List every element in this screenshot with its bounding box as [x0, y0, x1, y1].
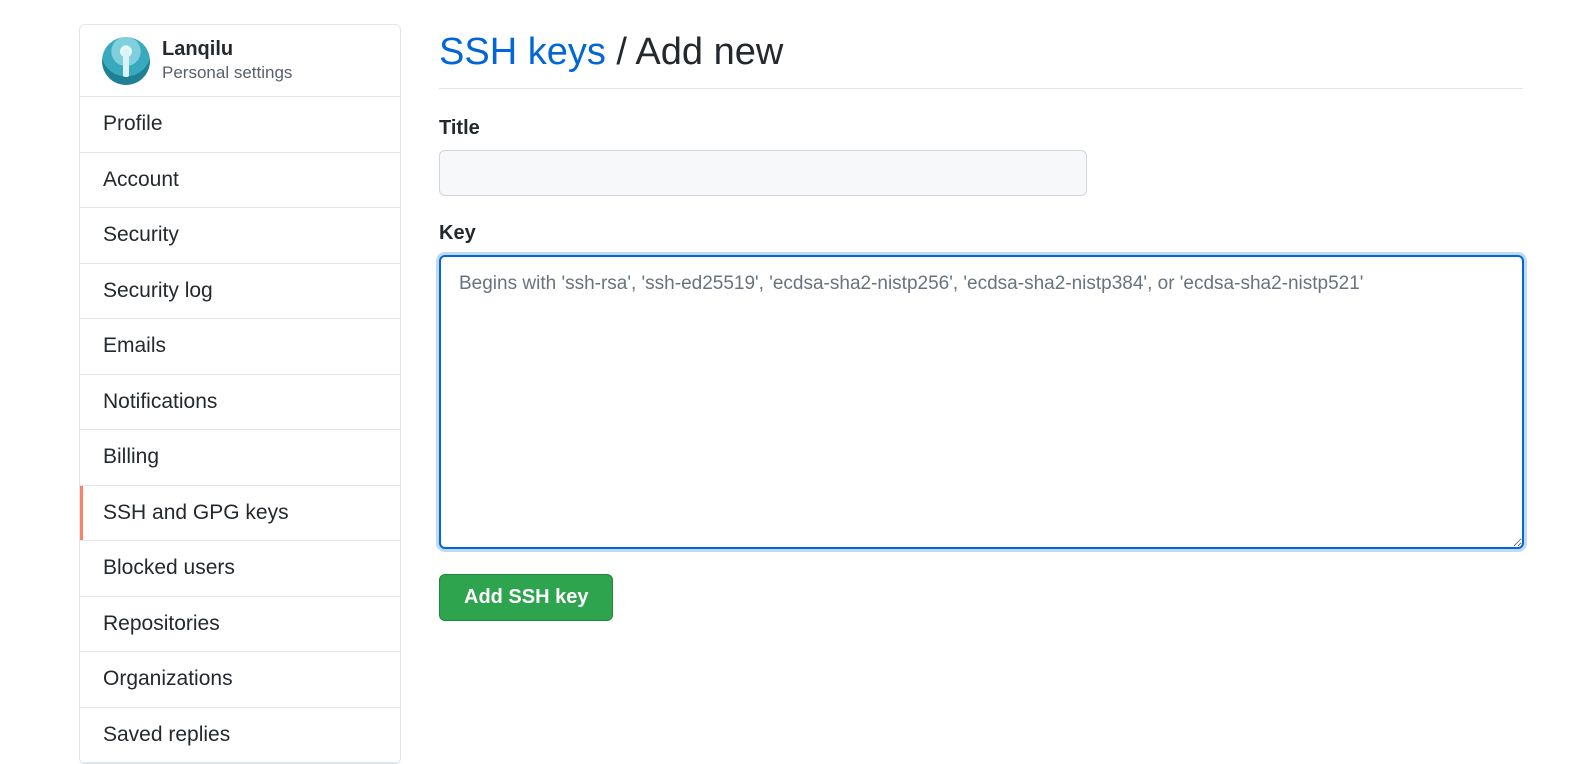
sidebar-user-header[interactable]: Lanqilu Personal settings — [80, 25, 400, 97]
avatar[interactable] — [102, 36, 150, 85]
sidebar-item-security-log[interactable]: Security log — [80, 264, 400, 319]
title-input[interactable] — [439, 150, 1087, 196]
sidebar-item-repositories[interactable]: Repositories — [80, 597, 400, 652]
title-label: Title — [439, 117, 480, 139]
sidebar-item-account[interactable]: Account — [80, 153, 400, 208]
main-content: SSH keys / Add new Title Key Add SSH key — [439, 24, 1524, 621]
sidebar-item-security[interactable]: Security — [80, 208, 400, 264]
page-title: SSH keys / Add new — [439, 24, 1523, 89]
settings-sidebar: Lanqilu Personal settings Profile Accoun… — [79, 24, 401, 764]
sidebar-item-notifications[interactable]: Notifications — [80, 375, 400, 430]
sidebar-item-ssh-gpg-keys[interactable]: SSH and GPG keys — [80, 485, 400, 541]
personal-settings-label: Personal settings — [162, 63, 293, 83]
heading-separator: / — [605, 31, 636, 73]
add-ssh-key-button[interactable]: Add SSH key — [439, 574, 614, 621]
sidebar-item-emails[interactable]: Emails — [80, 319, 400, 375]
key-textarea[interactable] — [439, 255, 1524, 549]
sidebar-item-saved-replies[interactable]: Saved replies — [80, 708, 400, 763]
key-label: Key — [439, 222, 476, 244]
user-info: Lanqilu Personal settings — [162, 38, 292, 83]
sidebar-item-organizations[interactable]: Organizations — [80, 652, 400, 708]
heading-add-new: Add new — [635, 31, 784, 73]
user-name[interactable]: Lanqilu — [162, 38, 292, 61]
sidebar-item-blocked-users[interactable]: Blocked users — [80, 541, 400, 597]
ssh-keys-link[interactable]: SSH keys — [439, 31, 606, 73]
sidebar-item-billing[interactable]: Billing — [80, 430, 400, 486]
sidebar-item-profile[interactable]: Profile — [80, 97, 400, 153]
